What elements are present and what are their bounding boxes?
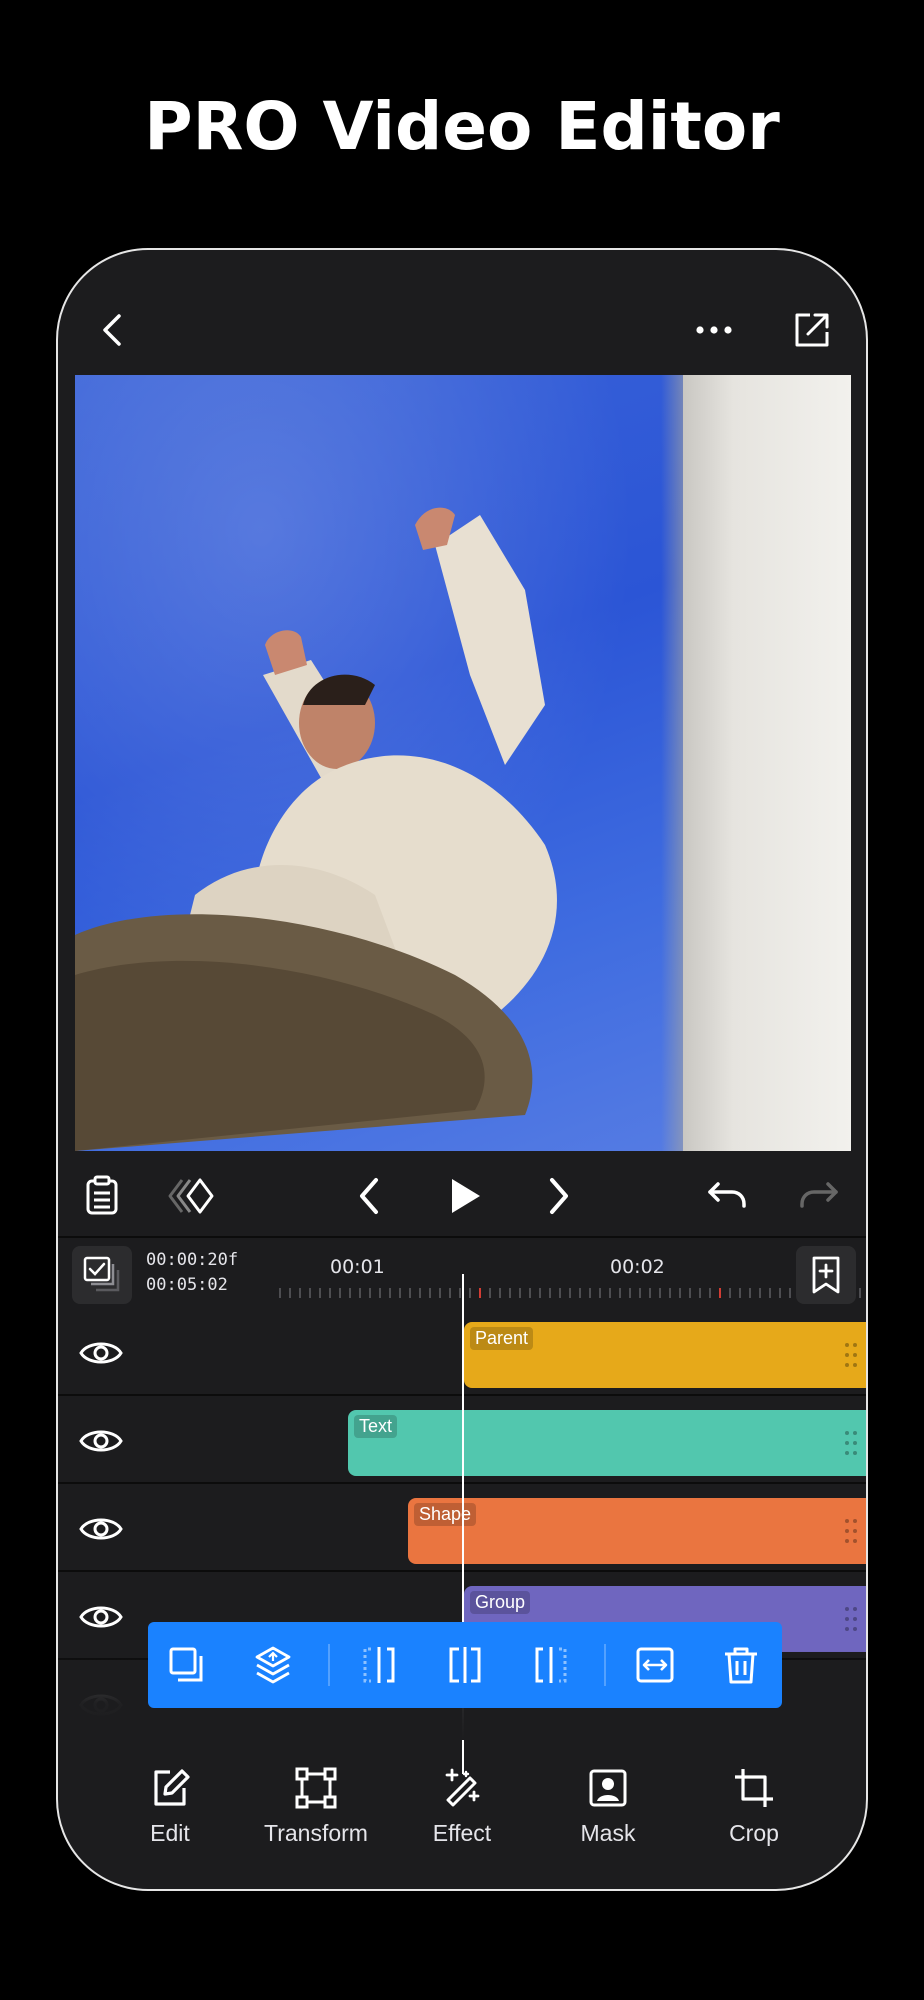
chevron-left-icon[interactable]: [94, 310, 134, 350]
ruler-mark-2: 00:02: [610, 1256, 665, 1278]
fit-width-icon[interactable]: [634, 1644, 676, 1686]
next-frame-icon[interactable]: [536, 1174, 580, 1218]
split-icon[interactable]: [444, 1644, 486, 1686]
headline-title: PRO Video Editor: [144, 88, 780, 165]
undo-icon[interactable]: [704, 1174, 748, 1218]
eye-visibility-icon[interactable]: [78, 1596, 124, 1638]
current-time: 00:00:20f: [146, 1250, 239, 1270]
clip-label: Text: [354, 1415, 398, 1438]
clip-parent[interactable]: Parent: [464, 1322, 866, 1388]
crop-label: Crop: [729, 1820, 779, 1846]
crop-icon: [735, 1769, 773, 1807]
clipboard-icon[interactable]: [80, 1174, 124, 1218]
video-preview[interactable]: [75, 375, 851, 1151]
selection-toolbar: [148, 1622, 782, 1708]
trash-icon[interactable]: [720, 1644, 762, 1686]
more-horizontal-icon[interactable]: [694, 310, 734, 350]
play-icon[interactable]: [442, 1174, 486, 1218]
edit-label: Edit: [150, 1820, 190, 1846]
crop-button[interactable]: Crop: [684, 1766, 824, 1847]
keyframe-diamond-icon[interactable]: [166, 1174, 220, 1218]
select-layers-button[interactable]: [72, 1246, 132, 1304]
eye-visibility-icon[interactable]: [78, 1420, 124, 1462]
bottom-toolbar: Edit Transform Effect Mask Crop: [58, 1740, 866, 1889]
drag-handle-icon[interactable]: [844, 1342, 858, 1368]
mask-label: Mask: [580, 1820, 636, 1846]
clip-shape[interactable]: Shape: [408, 1498, 866, 1564]
add-marker-button[interactable]: [796, 1246, 856, 1304]
editor-topbar: [58, 250, 866, 376]
playback-controls: [58, 1152, 866, 1238]
add-marker-icon: [812, 1256, 840, 1294]
mask-button[interactable]: Mask: [538, 1766, 678, 1847]
transform-button[interactable]: Transform: [246, 1766, 386, 1847]
clip-label: Shape: [414, 1503, 477, 1526]
magic-wand-icon: [445, 1768, 480, 1807]
clip-text[interactable]: Text: [348, 1410, 866, 1476]
edit-button[interactable]: Edit: [100, 1766, 240, 1847]
duplicate-icon[interactable]: [166, 1644, 208, 1686]
eye-visibility-icon[interactable]: [78, 1508, 124, 1550]
drag-handle-icon[interactable]: [844, 1430, 858, 1456]
layer-order-icon[interactable]: [252, 1644, 294, 1686]
drag-handle-icon[interactable]: [844, 1606, 858, 1632]
phone-frame: 00:00:20f 00:05:02 00:01 00:02 Parent Te…: [56, 248, 868, 1891]
transform-icon: [295, 1767, 337, 1809]
mask-portrait-icon: [589, 1769, 627, 1807]
clip-label: Parent: [470, 1327, 534, 1350]
preview-subject-image: [75, 375, 695, 1151]
ruler-mark-1: 00:01: [330, 1256, 385, 1278]
toolbar-separator: [604, 1644, 606, 1686]
effect-button[interactable]: Effect: [392, 1766, 532, 1847]
edit-icon: [154, 1769, 190, 1806]
export-share-icon[interactable]: [792, 310, 832, 350]
eye-visibility-icon[interactable]: [78, 1332, 124, 1374]
transform-label: Transform: [264, 1820, 368, 1846]
clip-label: Group: [470, 1591, 531, 1614]
total-duration: 00:05:02: [146, 1275, 228, 1295]
select-layers-icon: [83, 1256, 120, 1292]
trim-end-icon[interactable]: [530, 1644, 572, 1686]
redo-icon[interactable]: [798, 1174, 842, 1218]
toolbar-separator: [328, 1644, 330, 1686]
ruler-ticks: [279, 1288, 861, 1298]
trim-start-icon[interactable]: [358, 1644, 400, 1686]
previous-frame-icon[interactable]: [348, 1174, 392, 1218]
drag-handle-icon[interactable]: [844, 1518, 858, 1544]
effect-label: Effect: [432, 1820, 492, 1846]
